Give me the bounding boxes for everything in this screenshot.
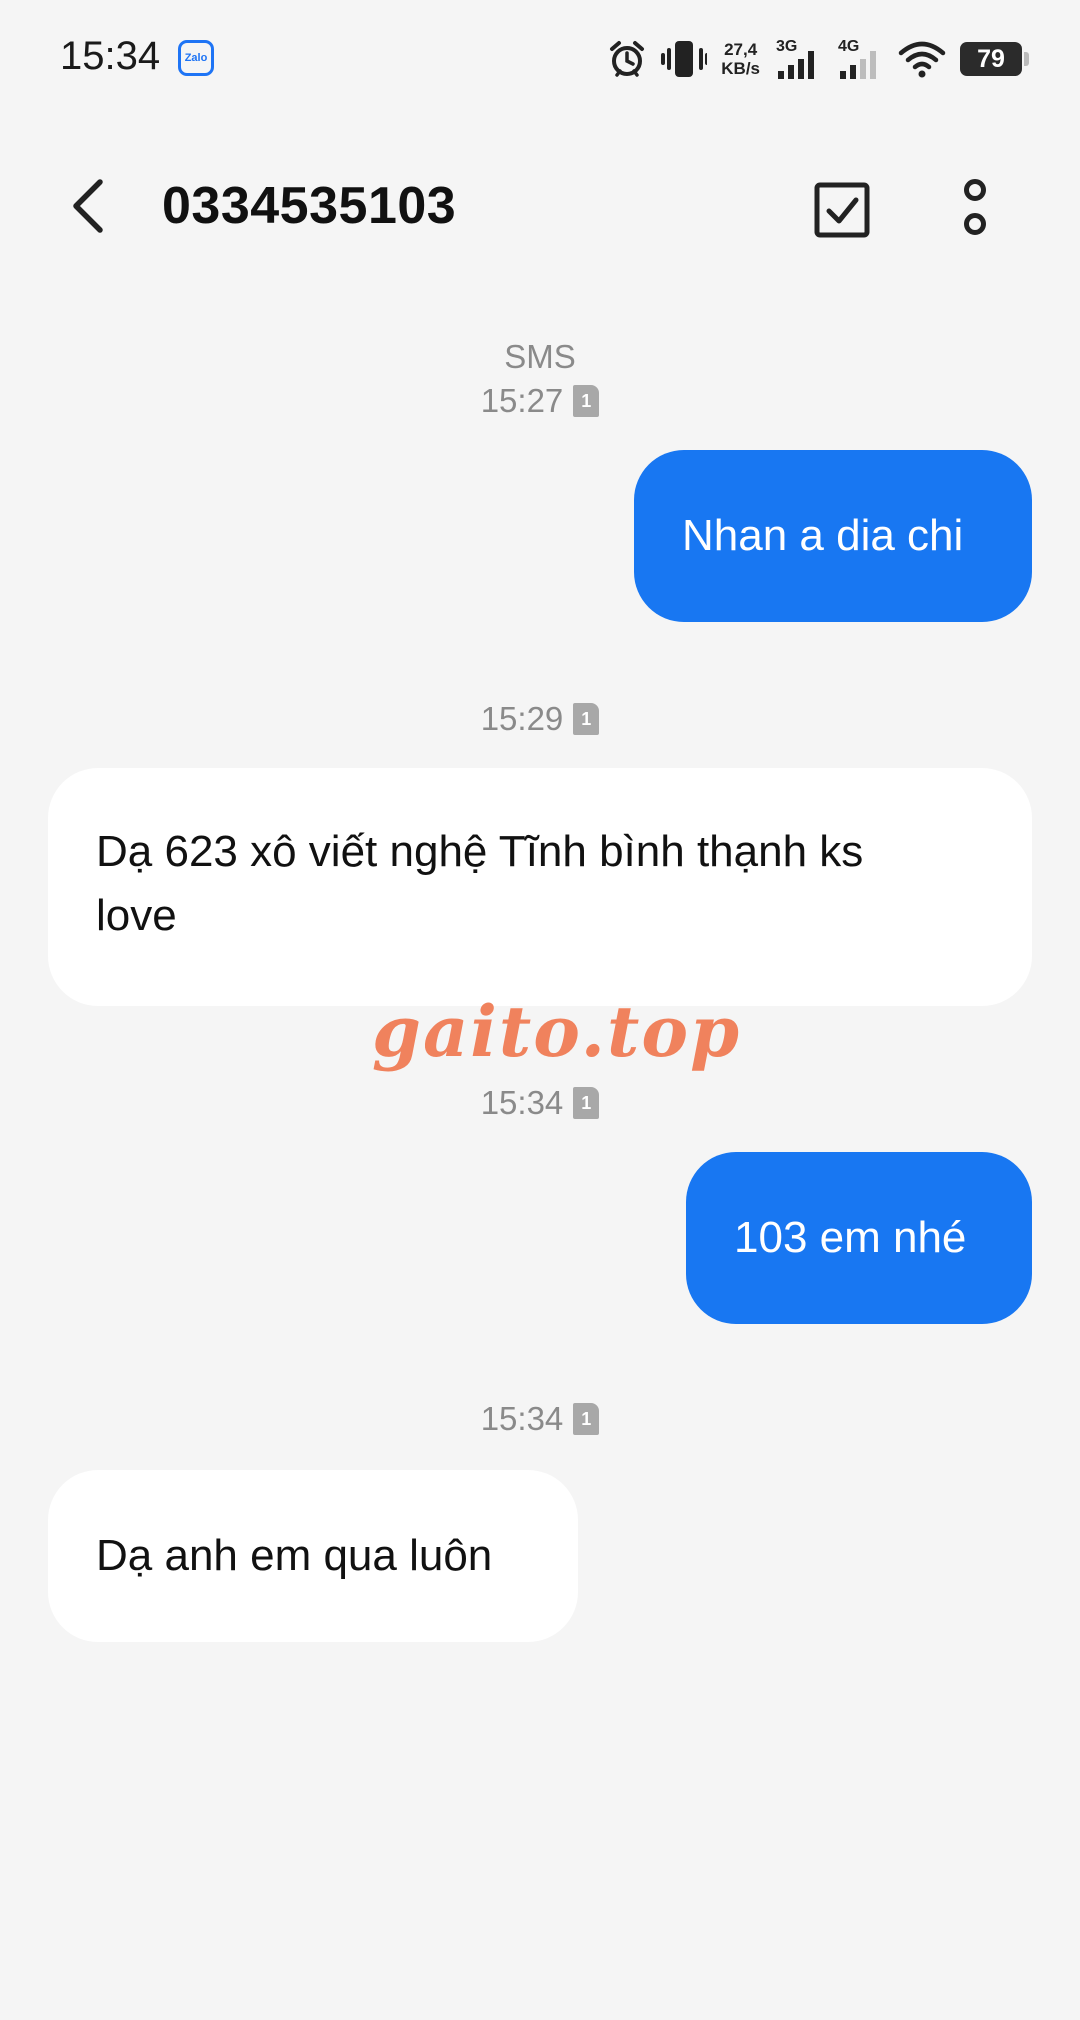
checkbox-icon	[814, 182, 870, 238]
message-text: Dạ 623 xô viết nghệ Tĩnh bình thạnh ks l…	[96, 827, 864, 940]
speed-unit: KB/s	[721, 59, 760, 78]
message-timestamp: 15:27	[480, 382, 564, 419]
message-text: Nhan a dia chi	[682, 511, 964, 560]
timestamp-row: 15:27 1	[0, 382, 1080, 420]
signal-bars-icon	[840, 51, 876, 79]
status-time: 15:34	[60, 34, 161, 78]
timestamp-group: 15:29 1	[481, 700, 600, 738]
outgoing-message-bubble[interactable]: 103 em nhé	[686, 1152, 1032, 1324]
wifi-icon	[898, 41, 946, 78]
message-timestamp: 15:34	[480, 1400, 564, 1437]
signal-bars-icon	[778, 51, 814, 79]
conversation-header: 0334535103	[0, 150, 1080, 262]
message-text: 103 em nhé	[734, 1213, 967, 1262]
message-text: Dạ anh em qua luôn	[96, 1531, 493, 1580]
more-vertical-icon	[964, 179, 986, 235]
speed-value: 27,4	[724, 40, 758, 59]
battery-indicator: 79	[960, 42, 1029, 76]
sim-card-icon: 1	[573, 703, 600, 735]
back-button[interactable]	[60, 174, 120, 238]
timestamp-row: 15:34 1	[0, 1400, 1080, 1438]
sim-card-icon: 1	[573, 1403, 600, 1435]
timestamp-group: 15:27 1	[481, 382, 600, 420]
timestamp-group: 15:34 1	[481, 1400, 600, 1438]
chevron-left-icon	[73, 179, 103, 233]
status-bar: 15:34 Zalo 27,4 KB/s 3G 4G 79	[0, 0, 1080, 120]
signal-4g: 4G	[836, 36, 884, 82]
timestamp-group: 15:34 1	[481, 1084, 600, 1122]
timestamp-row: 15:29 1	[0, 700, 1080, 738]
network-speed: 27,4 KB/s	[721, 40, 760, 78]
outgoing-message-bubble[interactable]: Nhan a dia chi	[634, 450, 1032, 622]
alarm-icon	[610, 41, 645, 77]
message-timestamp: 15:29	[480, 700, 564, 737]
select-messages-button[interactable]	[812, 180, 874, 242]
signal-3g: 3G	[774, 36, 822, 82]
more-options-button[interactable]	[955, 176, 995, 246]
watermark: gaito.top	[372, 990, 742, 1073]
zalo-notification-icon: Zalo	[178, 40, 214, 76]
message-timestamp: 15:34	[480, 1084, 564, 1121]
contact-phone-number: 0334535103	[162, 177, 457, 235]
incoming-message-bubble[interactable]: Dạ 623 xô viết nghệ Tĩnh bình thạnh ks l…	[48, 768, 1032, 1006]
incoming-message-bubble[interactable]: Dạ anh em qua luôn	[48, 1470, 578, 1642]
vibrate-icon	[661, 41, 708, 77]
channel-label-row: SMS	[0, 338, 1080, 376]
sim-card-icon: 1	[573, 1087, 600, 1119]
sim-card-icon: 1	[573, 385, 600, 417]
status-icons: 27,4 KB/s 3G 4G 79	[607, 36, 1029, 82]
sms-label: SMS	[504, 338, 576, 375]
timestamp-row: 15:34 1	[0, 1084, 1080, 1122]
